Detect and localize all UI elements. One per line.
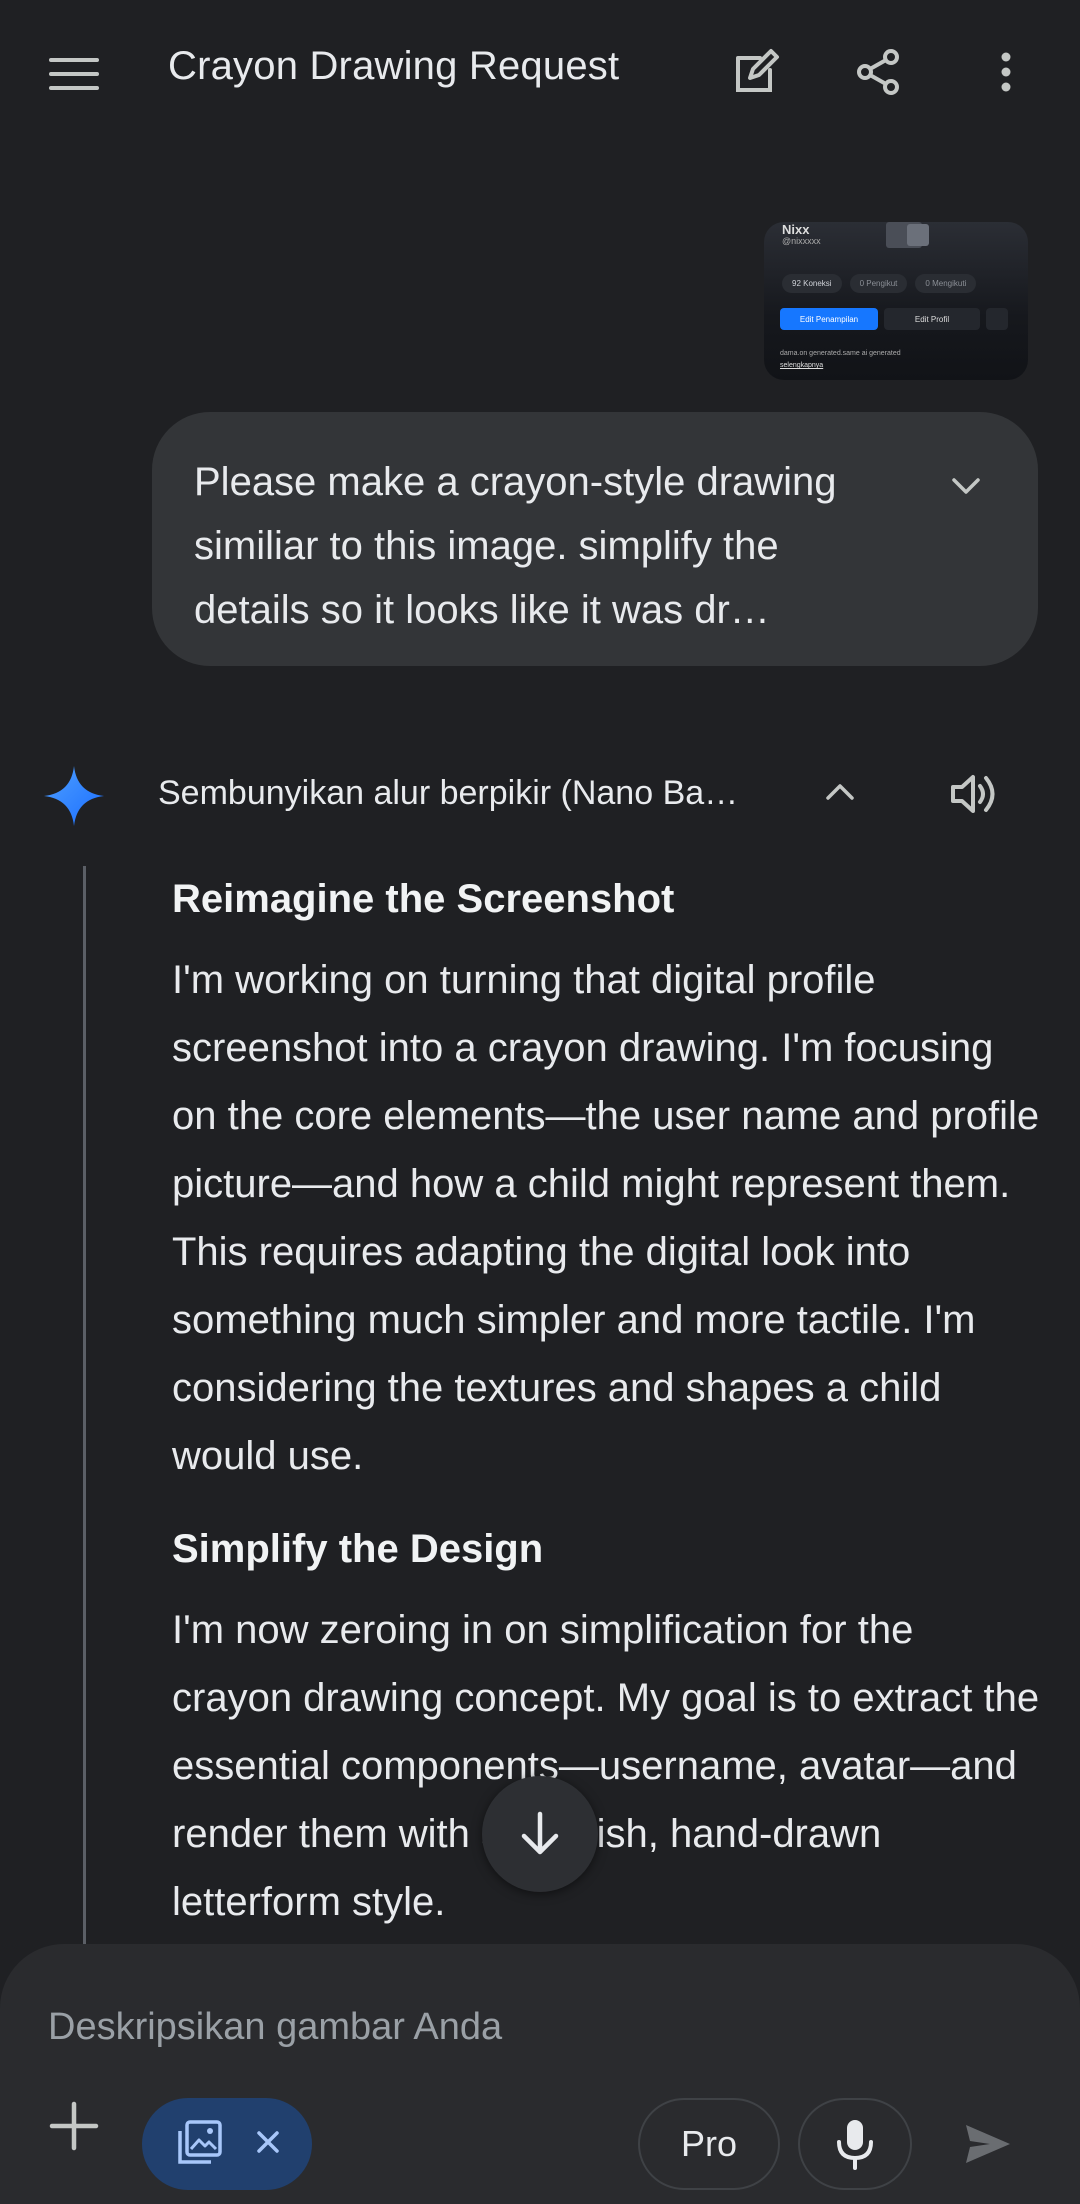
thought-heading: Simplify the Design — [172, 1527, 544, 1571]
chevron-down-icon[interactable] — [938, 458, 994, 514]
thought-paragraph: I'm now zeroing in on simplification for… — [172, 1608, 1040, 1924]
add-icon[interactable] — [40, 2092, 108, 2160]
thumb-secondary-button: Edit Profil — [884, 308, 980, 330]
thought-divider — [83, 866, 86, 1946]
model-pro-button[interactable]: Pro — [638, 2098, 780, 2190]
share-icon[interactable] — [842, 36, 914, 108]
user-prompt-bubble[interactable]: Please make a crayon-style drawing simil… — [152, 412, 1038, 666]
prompt-composer: Deskripsikan gambar Anda Pro — [0, 1944, 1080, 2204]
microphone-icon[interactable] — [798, 2098, 912, 2190]
menu-icon[interactable] — [38, 38, 110, 110]
speaker-icon[interactable] — [940, 760, 1008, 828]
thinking-content: Reimagine the Screenshot I'm working on … — [172, 862, 1042, 1958]
thumb-stat: 0 Mengikuti — [915, 274, 977, 293]
more-vert-icon[interactable] — [970, 36, 1042, 108]
edit-icon[interactable] — [720, 36, 792, 108]
close-icon[interactable] — [244, 2118, 292, 2166]
thumb-qr-icon — [986, 308, 1008, 330]
gemini-sparkle-icon — [42, 764, 106, 828]
thumb-primary-button: Edit Penampilan — [780, 308, 878, 330]
thumb-stat: 92 Koneksi — [782, 274, 842, 293]
chat-title: Crayon Drawing Request — [168, 44, 620, 88]
top-app-bar: Crayon Drawing Request — [0, 0, 1080, 148]
thumb-name: Nixx — [782, 222, 810, 237]
thumb-stats: 92 Koneksi 0 Pengikut 0 Mengikuti — [782, 274, 977, 293]
prompt-input[interactable]: Deskripsikan gambar Anda — [48, 2006, 502, 2049]
thumb-bio: dama.on generated.same ai generated — [780, 350, 901, 357]
thought-heading: Reimagine the Screenshot — [172, 877, 675, 921]
arrow-down-icon — [521, 1811, 559, 1855]
thumb-stat: 0 Pengikut — [849, 274, 908, 293]
image-gallery-icon — [176, 2118, 224, 2166]
image-tool-chip[interactable] — [142, 2098, 312, 2190]
user-prompt-text: Please make a crayon-style drawing simil… — [194, 460, 837, 632]
thinking-header: Sembunyikan alur berpikir (Nano Ba… — [0, 756, 1080, 832]
thinking-toggle-label[interactable]: Sembunyikan alur berpikir (Nano Ba… — [158, 774, 798, 813]
thumb-handle: @nixxxxx — [782, 236, 821, 246]
chevron-up-icon[interactable] — [812, 764, 868, 820]
attached-image-thumbnail[interactable]: Nixx @nixxxxx 92 Koneksi 0 Pengikut 0 Me… — [764, 222, 1028, 380]
thumb-photo — [907, 224, 929, 246]
thumb-more-link: selengkapnya — [780, 362, 824, 369]
send-icon[interactable] — [948, 2104, 1028, 2184]
scroll-to-bottom-button[interactable] — [482, 1776, 598, 1892]
thought-paragraph: I'm working on turning that digital prof… — [172, 958, 1040, 1478]
